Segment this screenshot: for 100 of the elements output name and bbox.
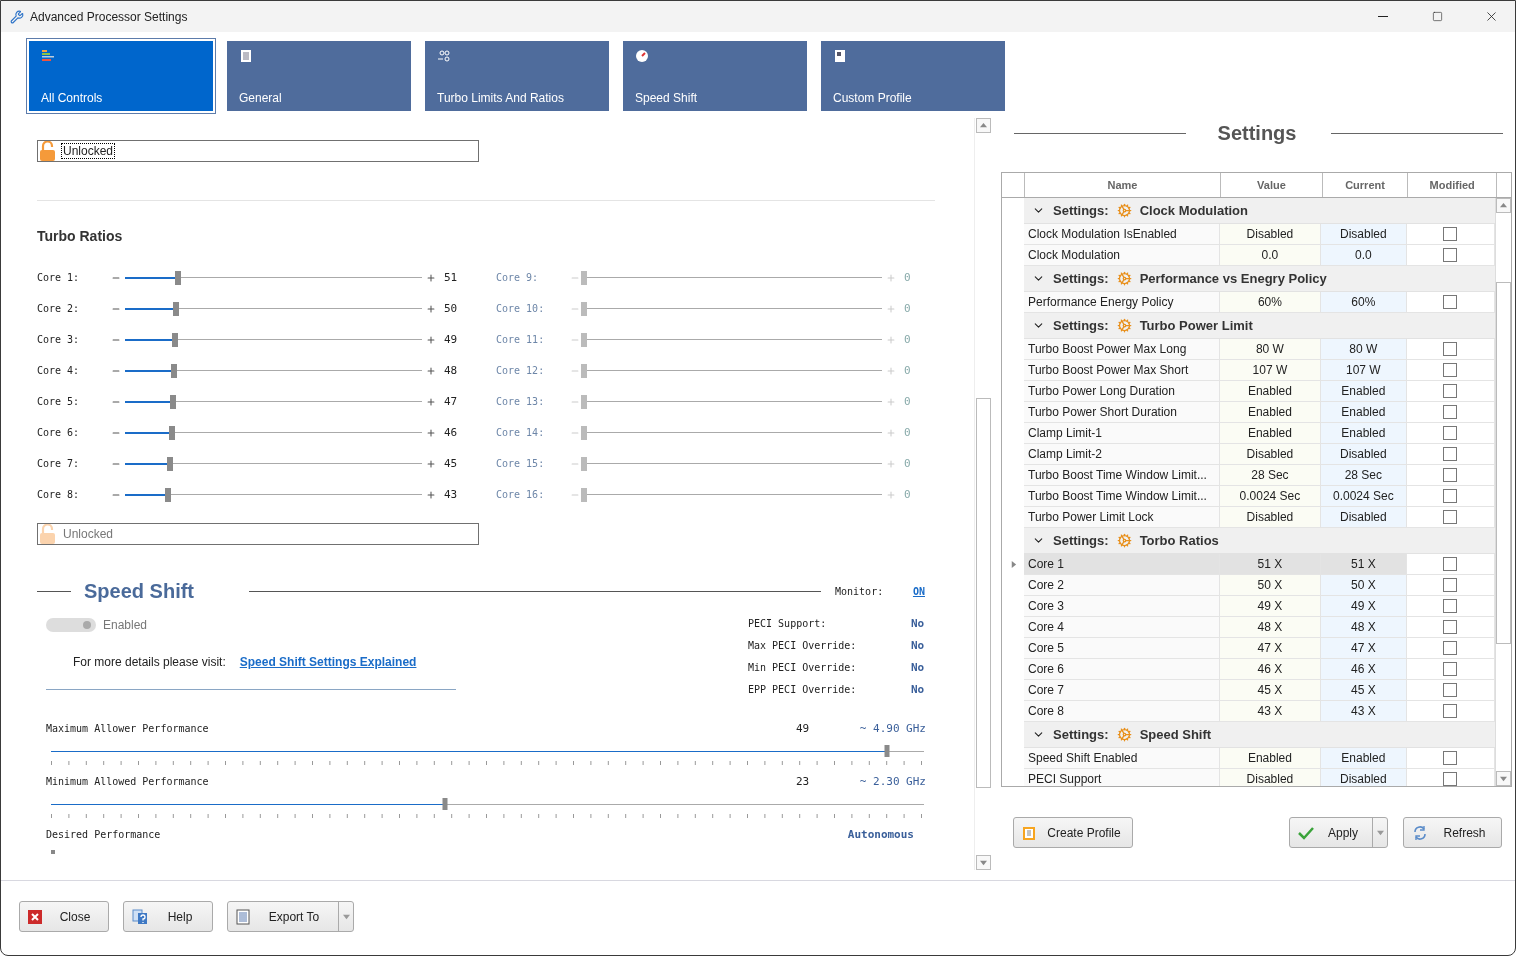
group-header[interactable]: Settings: Performance vs Enegry Policy	[1024, 266, 1495, 292]
action-button[interactable]: Refresh	[1403, 817, 1502, 848]
slider-thumb[interactable]	[171, 363, 177, 378]
name-cell[interactable]: Core 2	[1024, 575, 1220, 596]
checkbox[interactable]	[1443, 662, 1458, 676]
name-cell[interactable]: Turbo Boost Time Window Limit...	[1024, 465, 1220, 486]
checkbox[interactable]	[1443, 295, 1458, 309]
plus-icon[interactable]	[426, 303, 436, 314]
scrollbar[interactable]	[974, 118, 992, 870]
slider-thumb[interactable]	[168, 425, 175, 440]
slider-thumb[interactable]	[581, 425, 587, 440]
checkbox[interactable]	[1443, 599, 1458, 613]
slider-thumb[interactable]	[169, 394, 176, 409]
action-button[interactable]: Help	[123, 901, 213, 932]
plus-icon[interactable]	[426, 334, 436, 345]
checkbox[interactable]	[1443, 578, 1458, 592]
name-cell[interactable]: Core 4	[1024, 617, 1220, 638]
name-cell[interactable]: Turbo Boost Power Max Long	[1024, 339, 1220, 360]
name-cell[interactable]: Core 7	[1024, 680, 1220, 701]
tab[interactable]: Speed Shift	[623, 41, 807, 111]
name-cell[interactable]: Performance Energy Policy	[1024, 292, 1220, 313]
checkbox[interactable]	[1443, 342, 1458, 356]
tab[interactable]: Custom Profile	[821, 41, 1005, 111]
name-cell[interactable]: Core 1	[1024, 554, 1220, 575]
checkbox[interactable]	[1443, 426, 1458, 440]
action-button[interactable]: Export To	[227, 901, 354, 932]
action-button[interactable]: Close	[19, 901, 109, 932]
name-cell[interactable]: Clamp Limit-1	[1024, 423, 1220, 444]
checkbox[interactable]	[1443, 447, 1458, 461]
checkbox[interactable]	[1443, 704, 1458, 718]
slider-thumb[interactable]	[51, 850, 55, 854]
checkbox[interactable]	[1443, 248, 1458, 262]
name-cell[interactable]: Core 6	[1024, 659, 1220, 680]
name-cell[interactable]: Clock Modulation	[1024, 245, 1220, 266]
group-title: Speed Shift	[1139, 727, 1212, 742]
checkbox[interactable]	[1443, 683, 1458, 697]
group-header[interactable]: Settings: Torbo Ratios	[1024, 528, 1495, 554]
peci-label: Max PECI Override:	[748, 638, 858, 653]
name-cell[interactable]: Turbo Boost Time Window Limit...	[1024, 486, 1220, 507]
name-cell[interactable]: Clock Modulation IsEnabled	[1024, 224, 1220, 245]
details-link[interactable]: Speed Shift Settings Explained	[239, 655, 417, 669]
slider-thumb[interactable]	[167, 456, 174, 471]
checkbox[interactable]	[1443, 751, 1458, 765]
name-cell[interactable]: Speed Shift Enabled	[1024, 748, 1220, 769]
plus-icon[interactable]	[426, 458, 436, 469]
group-header[interactable]: Settings: Turbo Power Limit	[1024, 313, 1495, 339]
lock-status-field[interactable]: Unlocked	[37, 140, 479, 162]
action-button[interactable]: Create Profile	[1013, 817, 1133, 848]
checkbox[interactable]	[1443, 510, 1458, 524]
maximize-icon	[1431, 11, 1443, 22]
performance-label: Minimum Allowed Performance	[46, 775, 209, 787]
plus-icon[interactable]	[426, 396, 436, 407]
slider-thumb[interactable]	[173, 301, 180, 316]
name-cell[interactable]: PECI Support	[1024, 769, 1220, 786]
column-header[interactable]: Value	[1220, 173, 1322, 197]
checkbox[interactable]	[1443, 772, 1458, 786]
name-cell[interactable]: Turbo Power Short Duration	[1024, 402, 1220, 423]
slider-thumb[interactable]	[581, 394, 587, 409]
name-cell[interactable]: Turbo Power Long Duration	[1024, 381, 1220, 402]
name-cell[interactable]: Clamp Limit-2	[1024, 444, 1220, 465]
tab[interactable]: Turbo Limits And Ratios	[425, 41, 609, 111]
monitor-link[interactable]: ON	[912, 585, 925, 597]
checkbox[interactable]	[1443, 363, 1458, 377]
checkbox[interactable]	[1443, 227, 1458, 241]
scrollbar[interactable]	[1495, 198, 1511, 786]
action-button[interactable]: Apply	[1289, 817, 1388, 848]
plus-icon[interactable]	[426, 365, 436, 376]
checkbox[interactable]	[1443, 641, 1458, 655]
group-header[interactable]: Settings: Speed Shift	[1024, 722, 1495, 748]
slider-thumb[interactable]	[581, 456, 587, 471]
slider-thumb[interactable]	[581, 332, 587, 347]
tab[interactable]: All Controls	[29, 41, 213, 111]
name-cell[interactable]: Core 8	[1024, 701, 1220, 722]
slider-thumb[interactable]	[581, 270, 587, 285]
name-cell[interactable]: Core 3	[1024, 596, 1220, 617]
name-cell[interactable]: Turbo Power Limit Lock	[1024, 507, 1220, 528]
group-header[interactable]: Settings: Clock Modulation	[1024, 198, 1495, 224]
plus-icon[interactable]	[426, 427, 436, 438]
slider-thumb[interactable]	[171, 332, 178, 347]
checkbox[interactable]	[1443, 405, 1458, 419]
checkbox[interactable]	[1443, 557, 1458, 571]
column-header[interactable]: Modified	[1407, 173, 1497, 197]
slider-thumb[interactable]	[581, 363, 587, 378]
checkbox[interactable]	[1443, 489, 1458, 503]
slider-thumb[interactable]	[442, 798, 448, 810]
column-header[interactable]: Name	[1023, 173, 1221, 197]
checkbox[interactable]	[1443, 468, 1458, 482]
name-cell[interactable]: Core 5	[1024, 638, 1220, 659]
checkbox[interactable]	[1443, 620, 1458, 634]
name-cell[interactable]: Turbo Boost Power Max Short	[1024, 360, 1220, 381]
plus-icon[interactable]	[426, 272, 436, 283]
slider-thumb[interactable]	[175, 270, 182, 285]
checkbox[interactable]	[1443, 384, 1458, 398]
slider-thumb[interactable]	[581, 487, 587, 502]
slider-thumb[interactable]	[165, 487, 172, 502]
slider-thumb[interactable]	[884, 745, 890, 757]
plus-icon[interactable]	[426, 489, 436, 500]
slider-thumb[interactable]	[581, 301, 587, 316]
column-header[interactable]: Current	[1321, 173, 1408, 197]
tab[interactable]: General	[227, 41, 411, 111]
